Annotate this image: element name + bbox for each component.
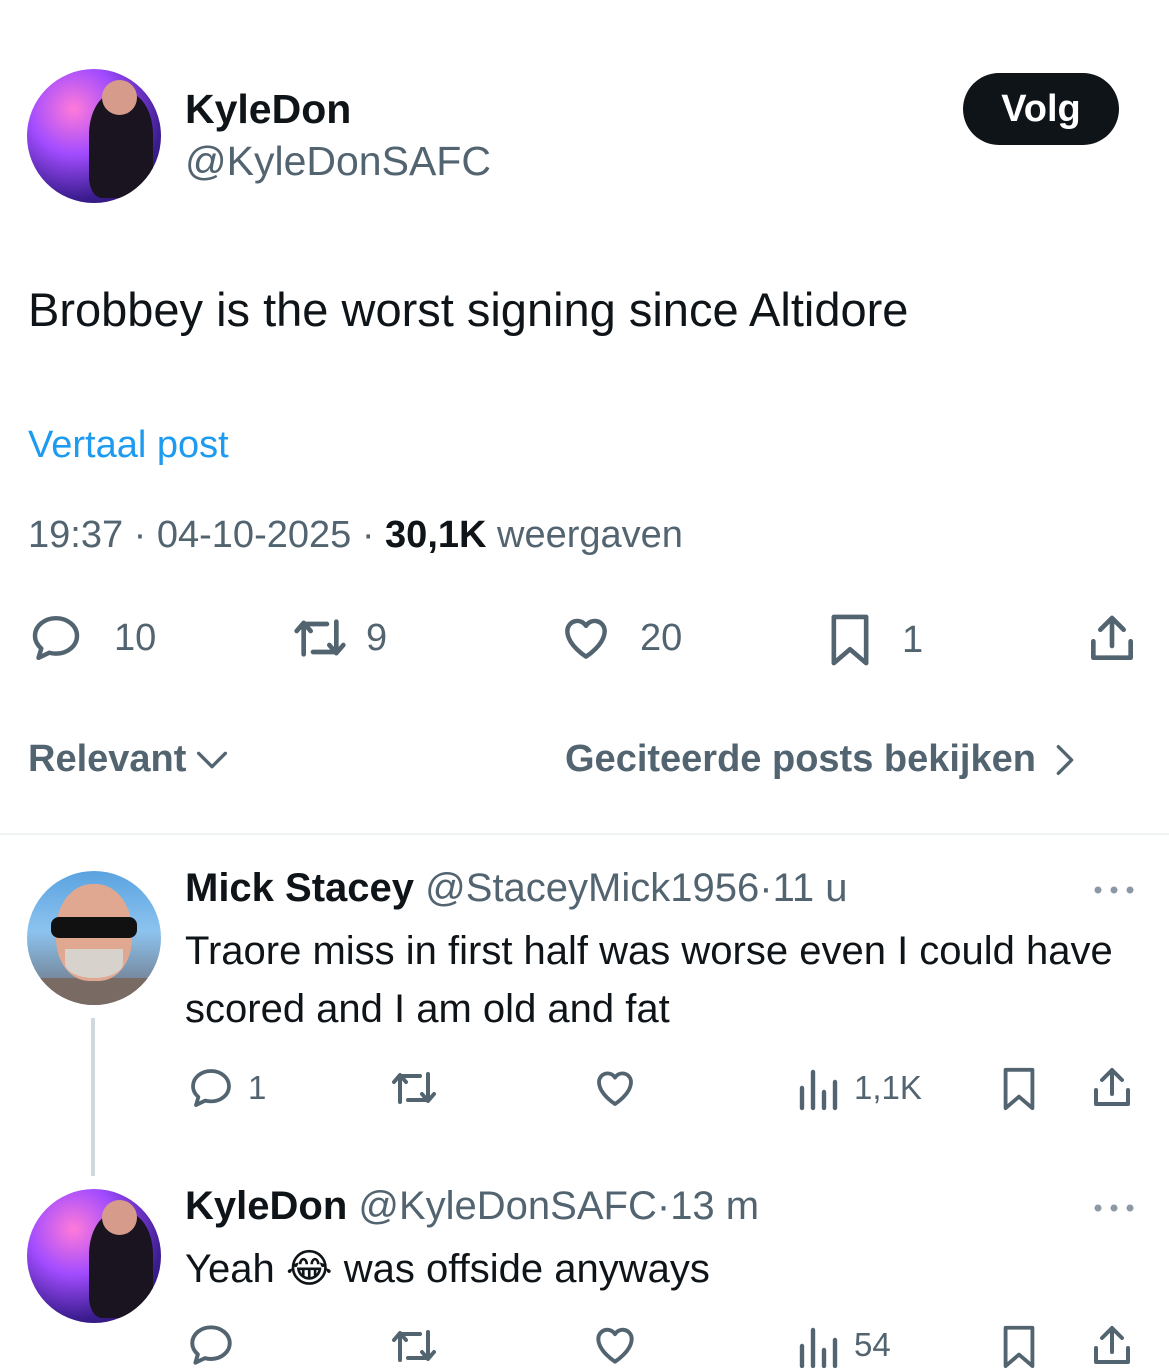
- reply-avatar[interactable]: [27, 871, 161, 1005]
- bookmark-icon: [831, 614, 869, 666]
- meta-separator: ·: [361, 514, 375, 556]
- quote-posts-label: Geciteerde posts bekijken: [565, 738, 1036, 780]
- author-handle[interactable]: @KyleDonSAFC: [185, 138, 491, 185]
- like-count: 20: [640, 616, 683, 659]
- reply-author-handle[interactable]: @KyleDonSAFC: [358, 1184, 656, 1228]
- views-button[interactable]: 1,1K: [796, 1064, 922, 1112]
- reply-count: 1: [248, 1069, 267, 1106]
- reply-count: 10: [114, 616, 157, 659]
- more-button[interactable]: [1090, 880, 1138, 905]
- share-button[interactable]: [1088, 1064, 1136, 1112]
- author-name[interactable]: KyleDon: [185, 86, 351, 133]
- reply-icon: [190, 1325, 232, 1365]
- reply-time[interactable]: 11 u: [773, 866, 848, 910]
- views-count: 1,1K: [854, 1069, 922, 1106]
- reply-icon: [191, 1069, 231, 1107]
- reply-header: KyleDon @KyleDonSAFC·13 m: [185, 1184, 759, 1229]
- divider: [0, 833, 1169, 835]
- views-icon: [799, 1069, 838, 1111]
- views-count: 54: [854, 1326, 891, 1363]
- bookmark-button[interactable]: [996, 1064, 1042, 1114]
- reply-text-start: Yeah: [185, 1247, 275, 1291]
- reply-header: Mick Stacey @StaceyMick1956·11 u: [185, 866, 847, 911]
- post-meta: 19:37 · 04-10-2025 · 30,1K weergaven: [28, 514, 683, 557]
- reply-author-handle[interactable]: @StaceyMick1956: [425, 866, 759, 910]
- reply-text-end: was offside anyways: [343, 1247, 710, 1291]
- bookmark-icon: [1003, 1067, 1035, 1111]
- meta-separator: ·: [759, 866, 773, 910]
- heart-icon: [596, 1327, 634, 1364]
- more-button[interactable]: [1090, 1198, 1138, 1223]
- more-icon: [1094, 886, 1134, 894]
- bookmark-count: 1: [902, 618, 924, 661]
- chevron-right-icon: [1056, 744, 1074, 775]
- thread-line: [91, 1018, 95, 1176]
- share-icon: [1094, 1326, 1130, 1364]
- post-time[interactable]: 19:37: [28, 514, 123, 556]
- quote-posts-link[interactable]: Geciteerde posts bekijken: [565, 738, 1080, 781]
- reply-time[interactable]: 13 m: [670, 1184, 759, 1228]
- laughing-emoji-icon: 😂: [285, 1246, 333, 1292]
- bookmark-button[interactable]: 1: [822, 610, 923, 670]
- repost-icon: [294, 619, 346, 657]
- reply-icon: [32, 615, 80, 661]
- repost-count: 9: [366, 616, 388, 659]
- bookmark-icon: [1003, 1325, 1035, 1368]
- follow-button[interactable]: Volg: [963, 73, 1119, 145]
- views-count: 30,1K: [385, 514, 487, 556]
- repost-icon: [392, 1330, 436, 1362]
- bookmark-button[interactable]: [996, 1322, 1042, 1368]
- meta-separator: ·: [656, 1184, 671, 1228]
- repost-button[interactable]: [386, 1064, 442, 1112]
- heart-icon: [597, 1071, 633, 1106]
- post-text: Brobbey is the worst signing since Altid…: [28, 283, 909, 336]
- share-icon: [1091, 615, 1133, 660]
- reply-text: Traore miss in first half was worse even…: [185, 929, 1113, 1031]
- like-button[interactable]: [590, 1322, 640, 1368]
- reply-avatar[interactable]: [27, 1189, 161, 1323]
- meta-separator: ·: [133, 514, 147, 556]
- share-button[interactable]: [1088, 1322, 1136, 1368]
- views-button[interactable]: 54: [796, 1322, 891, 1368]
- repost-button[interactable]: [386, 1322, 442, 1368]
- translate-link[interactable]: Vertaal post: [28, 424, 229, 467]
- views-label: weergaven: [497, 514, 683, 556]
- views-icon: [799, 1327, 838, 1368]
- like-button[interactable]: [590, 1064, 640, 1112]
- reply-author-name[interactable]: Mick Stacey: [185, 866, 414, 910]
- share-icon: [1094, 1068, 1130, 1106]
- repost-button[interactable]: 9: [286, 610, 387, 666]
- repost-icon: [392, 1072, 436, 1104]
- like-button[interactable]: 20: [556, 610, 682, 666]
- reply-button[interactable]: 1: [186, 1064, 266, 1112]
- sort-label: Relevant: [28, 738, 187, 780]
- reply-author-name[interactable]: KyleDon: [185, 1184, 347, 1228]
- share-button[interactable]: [1084, 610, 1140, 668]
- heart-icon: [565, 618, 607, 659]
- chevron-down-icon: [197, 751, 228, 768]
- reply-button[interactable]: 10: [26, 610, 156, 666]
- reply-text: Yeah 😂 was offside anyways: [185, 1240, 1145, 1298]
- reply-button[interactable]: [186, 1322, 236, 1368]
- sort-relevant-button[interactable]: Relevant: [28, 738, 232, 781]
- more-icon: [1094, 1204, 1134, 1212]
- post-date[interactable]: 04-10-2025: [157, 514, 351, 556]
- author-avatar[interactable]: [27, 69, 161, 203]
